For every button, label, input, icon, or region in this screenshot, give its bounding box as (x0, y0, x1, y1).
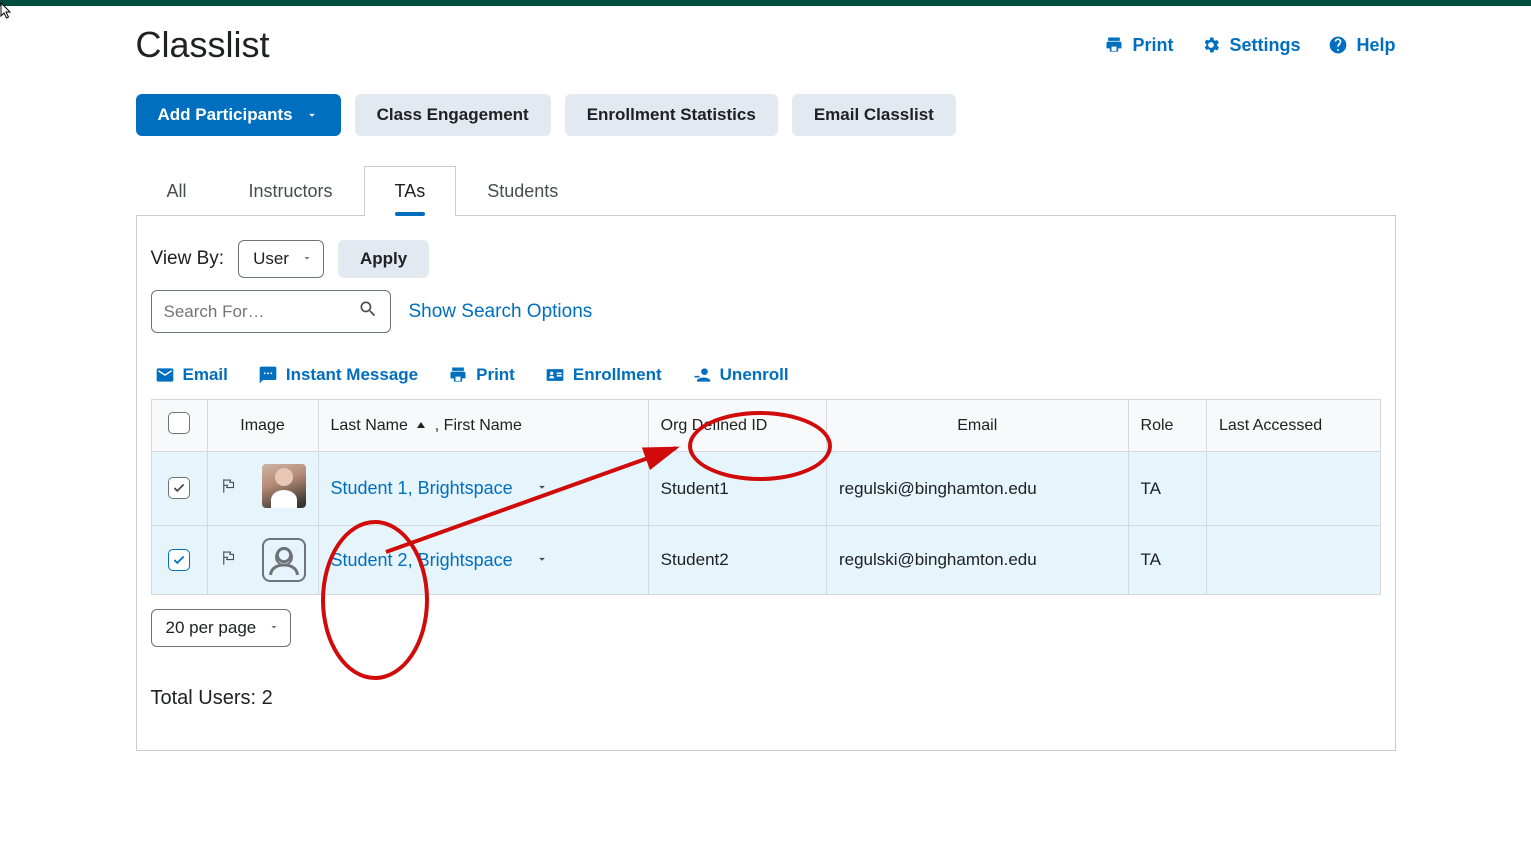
user-name-link[interactable]: Student 2, Brightspace (331, 550, 513, 570)
classlist-table: Image Last Name , First Name Org Defined… (151, 399, 1381, 595)
enrollment-statistics-button[interactable]: Enrollment Statistics (565, 94, 778, 136)
col-email[interactable]: Email (826, 400, 1128, 452)
print-page-button[interactable]: Print (1104, 35, 1173, 56)
user-minus-icon (692, 365, 712, 385)
page-size-select[interactable]: 20 per page (151, 609, 292, 647)
chevron-down-icon (268, 618, 280, 638)
cell-org-id: Student2 (648, 526, 826, 595)
total-users: Total Users: 2 (137, 687, 1381, 710)
apply-button[interactable]: Apply (338, 240, 429, 278)
bulk-email-button[interactable]: Email (155, 365, 228, 385)
id-card-icon (545, 365, 565, 385)
email-icon (155, 365, 175, 385)
col-last-accessed[interactable]: Last Accessed (1206, 400, 1380, 452)
sort-asc-icon (416, 417, 426, 435)
row-checkbox[interactable] (168, 549, 190, 571)
cell-email: regulski@binghamton.edu (826, 526, 1128, 595)
table-row: Student 1, Brightspace Student1 regulski… (151, 452, 1380, 526)
select-all-checkbox[interactable] (168, 412, 190, 434)
bulk-enrollment-button[interactable]: Enrollment (545, 365, 662, 385)
avatar (262, 538, 306, 582)
bulk-print-button[interactable]: Print (448, 365, 515, 385)
table-row: Student 2, Brightspace Student2 regulski… (151, 526, 1380, 595)
tab-all[interactable]: All (136, 166, 218, 216)
chevron-down-icon (301, 249, 313, 269)
help-icon (1328, 35, 1348, 55)
bulk-im-button[interactable]: Instant Message (258, 365, 418, 385)
flag-icon[interactable] (220, 552, 238, 571)
gear-icon (1201, 35, 1221, 55)
chat-icon (258, 365, 278, 385)
col-name[interactable]: Last Name , First Name (318, 400, 648, 452)
email-classlist-button[interactable]: Email Classlist (792, 94, 956, 136)
role-tabbar: All Instructors TAs Students (136, 166, 1396, 216)
page-title: Classlist (136, 24, 270, 66)
col-role[interactable]: Role (1128, 400, 1206, 452)
class-engagement-button[interactable]: Class Engagement (355, 94, 551, 136)
cell-last-accessed (1206, 526, 1380, 595)
chevron-down-icon[interactable] (535, 479, 549, 499)
cell-role: TA (1128, 452, 1206, 526)
chevron-down-icon[interactable] (535, 551, 549, 571)
search-field[interactable] (164, 302, 358, 322)
mouse-cursor (0, 2, 14, 25)
tab-instructors[interactable]: Instructors (218, 166, 364, 216)
cell-last-accessed (1206, 452, 1380, 526)
chevron-down-icon (305, 108, 319, 122)
bulk-unenroll-button[interactable]: Unenroll (692, 365, 789, 385)
search-input[interactable] (151, 290, 391, 333)
show-search-options-link[interactable]: Show Search Options (409, 301, 593, 323)
cell-org-id: Student1 (648, 452, 826, 526)
tab-tas[interactable]: TAs (364, 166, 457, 216)
view-by-label: View By: (151, 248, 225, 270)
add-participants-button[interactable]: Add Participants (136, 94, 341, 136)
cell-role: TA (1128, 526, 1206, 595)
print-icon (1104, 35, 1124, 55)
view-by-select[interactable]: User (238, 240, 324, 278)
print-icon (448, 365, 468, 385)
col-org-id[interactable]: Org Defined ID (648, 400, 826, 452)
help-button[interactable]: Help (1328, 35, 1395, 56)
search-icon[interactable] (358, 299, 378, 324)
row-checkbox[interactable] (168, 477, 190, 499)
user-name-link[interactable]: Student 1, Brightspace (331, 478, 513, 498)
flag-icon[interactable] (220, 480, 238, 499)
tab-students[interactable]: Students (456, 166, 589, 216)
settings-button[interactable]: Settings (1201, 35, 1300, 56)
avatar (262, 464, 306, 508)
col-image: Image (207, 400, 318, 452)
cell-email: regulski@binghamton.edu (826, 452, 1128, 526)
